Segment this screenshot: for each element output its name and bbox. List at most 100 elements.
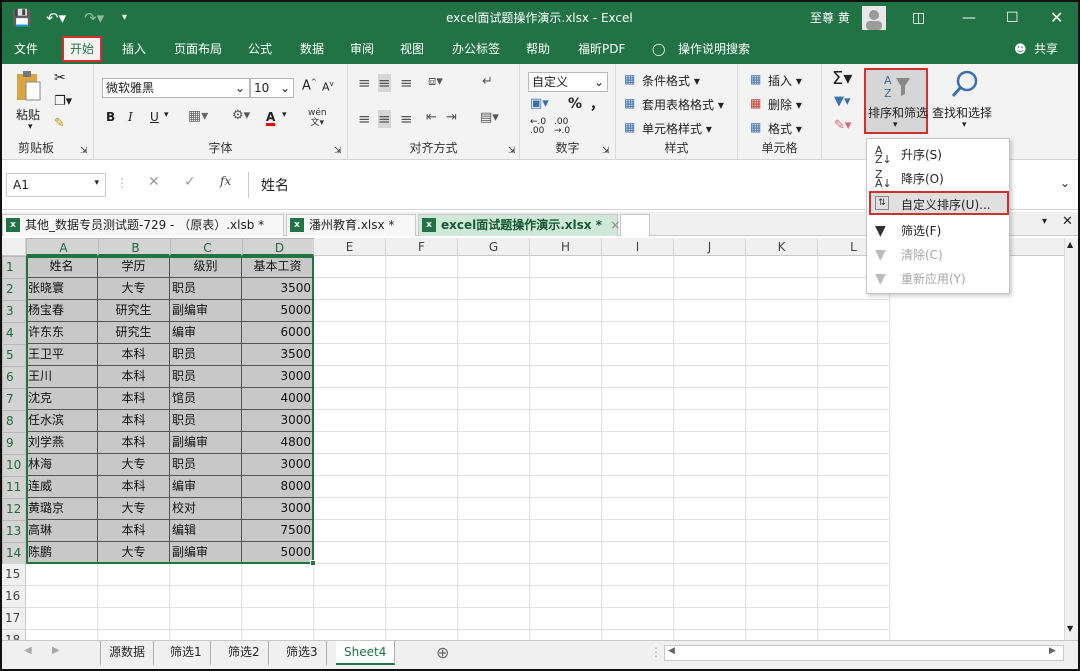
- empty-cell[interactable]: [818, 542, 890, 564]
- table-cell[interactable]: 本科: [98, 432, 170, 454]
- empty-cell[interactable]: [314, 366, 386, 388]
- borders-icon[interactable]: ▦▾: [188, 108, 208, 124]
- empty-cell[interactable]: [818, 454, 890, 476]
- row-header-4[interactable]: 4: [2, 322, 26, 344]
- prev-sheet-icon[interactable]: ◀: [24, 645, 32, 656]
- empty-cell[interactable]: [458, 344, 530, 366]
- empty-cell[interactable]: [386, 498, 458, 520]
- empty-cell[interactable]: [818, 432, 890, 454]
- empty-cell[interactable]: [314, 322, 386, 344]
- empty-cell[interactable]: [26, 630, 98, 640]
- empty-cell[interactable]: [530, 608, 602, 630]
- table-cell[interactable]: 研究生: [98, 300, 170, 322]
- empty-cell[interactable]: [242, 564, 314, 586]
- close-tab-icon[interactable]: ×: [610, 218, 620, 232]
- empty-cell[interactable]: [26, 608, 98, 630]
- empty-cell[interactable]: [530, 432, 602, 454]
- empty-cell[interactable]: [530, 278, 602, 300]
- column-header-C[interactable]: C: [170, 238, 242, 256]
- table-cell[interactable]: 副编审: [170, 432, 242, 454]
- empty-cell[interactable]: [746, 564, 818, 586]
- row-header-9[interactable]: 9: [2, 432, 26, 454]
- empty-cell[interactable]: [314, 542, 386, 564]
- empty-cell[interactable]: [314, 476, 386, 498]
- empty-cell[interactable]: [674, 476, 746, 498]
- bold-button[interactable]: B: [106, 110, 115, 124]
- menu-item-sort-descending[interactable]: Z A↓ 降序(O): [867, 167, 1009, 191]
- decrease-decimal-icon[interactable]: .00 →.0: [554, 118, 570, 136]
- sheet-tab-sheet4[interactable]: Sheet4: [336, 641, 396, 665]
- column-header-I[interactable]: I: [602, 238, 674, 256]
- table-cell[interactable]: 副编审: [170, 542, 242, 564]
- table-cell[interactable]: 本科: [98, 410, 170, 432]
- empty-cell[interactable]: [602, 630, 674, 640]
- tab-review[interactable]: 审阅: [350, 34, 374, 64]
- scroll-left-icon[interactable]: ◀: [668, 646, 675, 656]
- empty-cell[interactable]: [314, 630, 386, 640]
- empty-cell[interactable]: [386, 586, 458, 608]
- undo-icon[interactable]: ↶▾: [46, 2, 66, 34]
- empty-cell[interactable]: [458, 388, 530, 410]
- table-cell[interactable]: 大专: [98, 278, 170, 300]
- expand-formula-icon[interactable]: ⌄: [1060, 176, 1070, 190]
- table-cell[interactable]: 本科: [98, 388, 170, 410]
- empty-cell[interactable]: [746, 432, 818, 454]
- table-cell[interactable]: 3000: [242, 410, 314, 432]
- table-cell[interactable]: 本科: [98, 476, 170, 498]
- empty-cell[interactable]: [602, 388, 674, 410]
- empty-cell[interactable]: [386, 476, 458, 498]
- sort-filter-button[interactable]: AZ 排序和筛选 ▾: [864, 68, 928, 134]
- empty-cell[interactable]: [386, 388, 458, 410]
- column-header-F[interactable]: F: [386, 238, 458, 256]
- empty-cell[interactable]: [674, 454, 746, 476]
- empty-cell[interactable]: [530, 564, 602, 586]
- empty-cell[interactable]: [746, 278, 818, 300]
- table-cell[interactable]: 3500: [242, 278, 314, 300]
- empty-cell[interactable]: [458, 278, 530, 300]
- delete-cells-button[interactable]: 删除 ▾: [768, 96, 802, 113]
- avatar[interactable]: [862, 6, 886, 30]
- column-header-G[interactable]: G: [458, 238, 530, 256]
- empty-cell[interactable]: [818, 410, 890, 432]
- empty-cell[interactable]: [746, 608, 818, 630]
- empty-cell[interactable]: [98, 586, 170, 608]
- empty-cell[interactable]: [602, 410, 674, 432]
- empty-cell[interactable]: [674, 300, 746, 322]
- share-icon[interactable]: ☻: [1014, 34, 1027, 64]
- close-icon[interactable]: ✕: [1050, 2, 1063, 34]
- font-color-button[interactable]: A: [266, 110, 275, 124]
- horizontal-scrollbar[interactable]: ◀ ▶: [664, 645, 1064, 661]
- empty-cell[interactable]: [602, 432, 674, 454]
- empty-cell[interactable]: [314, 410, 386, 432]
- empty-cell[interactable]: [170, 608, 242, 630]
- empty-cell[interactable]: [746, 410, 818, 432]
- font-launcher-icon[interactable]: ⇲: [334, 146, 342, 156]
- redo-icon[interactable]: ↷▾: [84, 2, 104, 34]
- table-cell[interactable]: 8000: [242, 476, 314, 498]
- row-header-13[interactable]: 13: [2, 520, 26, 542]
- empty-cell[interactable]: [674, 322, 746, 344]
- empty-cell[interactable]: [674, 608, 746, 630]
- table-cell[interactable]: 本科: [98, 366, 170, 388]
- empty-cell[interactable]: [458, 410, 530, 432]
- increase-indent-icon[interactable]: ⇥: [446, 110, 457, 125]
- tab-formulas[interactable]: 公式: [248, 34, 272, 64]
- tab-file[interactable]: 文件: [14, 34, 38, 64]
- table-cell[interactable]: 职员: [170, 344, 242, 366]
- conditional-format-button[interactable]: 条件格式 ▾: [642, 72, 700, 89]
- format-cells-button[interactable]: 格式 ▾: [768, 120, 802, 137]
- table-cell[interactable]: 本科: [98, 520, 170, 542]
- table-cell[interactable]: 连威: [26, 476, 98, 498]
- menu-item-custom-sort[interactable]: ⇅ 自定义排序(U)...: [869, 191, 1009, 215]
- empty-cell[interactable]: [458, 476, 530, 498]
- scroll-down-icon[interactable]: ▼: [1067, 624, 1073, 633]
- table-cell[interactable]: 许东东: [26, 322, 98, 344]
- cell-styles-button[interactable]: 单元格样式 ▾: [642, 120, 712, 137]
- empty-cell[interactable]: [530, 520, 602, 542]
- tab-view[interactable]: 视图: [400, 34, 424, 64]
- empty-cell[interactable]: [746, 498, 818, 520]
- empty-cell[interactable]: [602, 608, 674, 630]
- empty-cell[interactable]: [530, 256, 602, 278]
- number-launcher-icon[interactable]: ⇲: [602, 146, 610, 156]
- empty-cell[interactable]: [530, 586, 602, 608]
